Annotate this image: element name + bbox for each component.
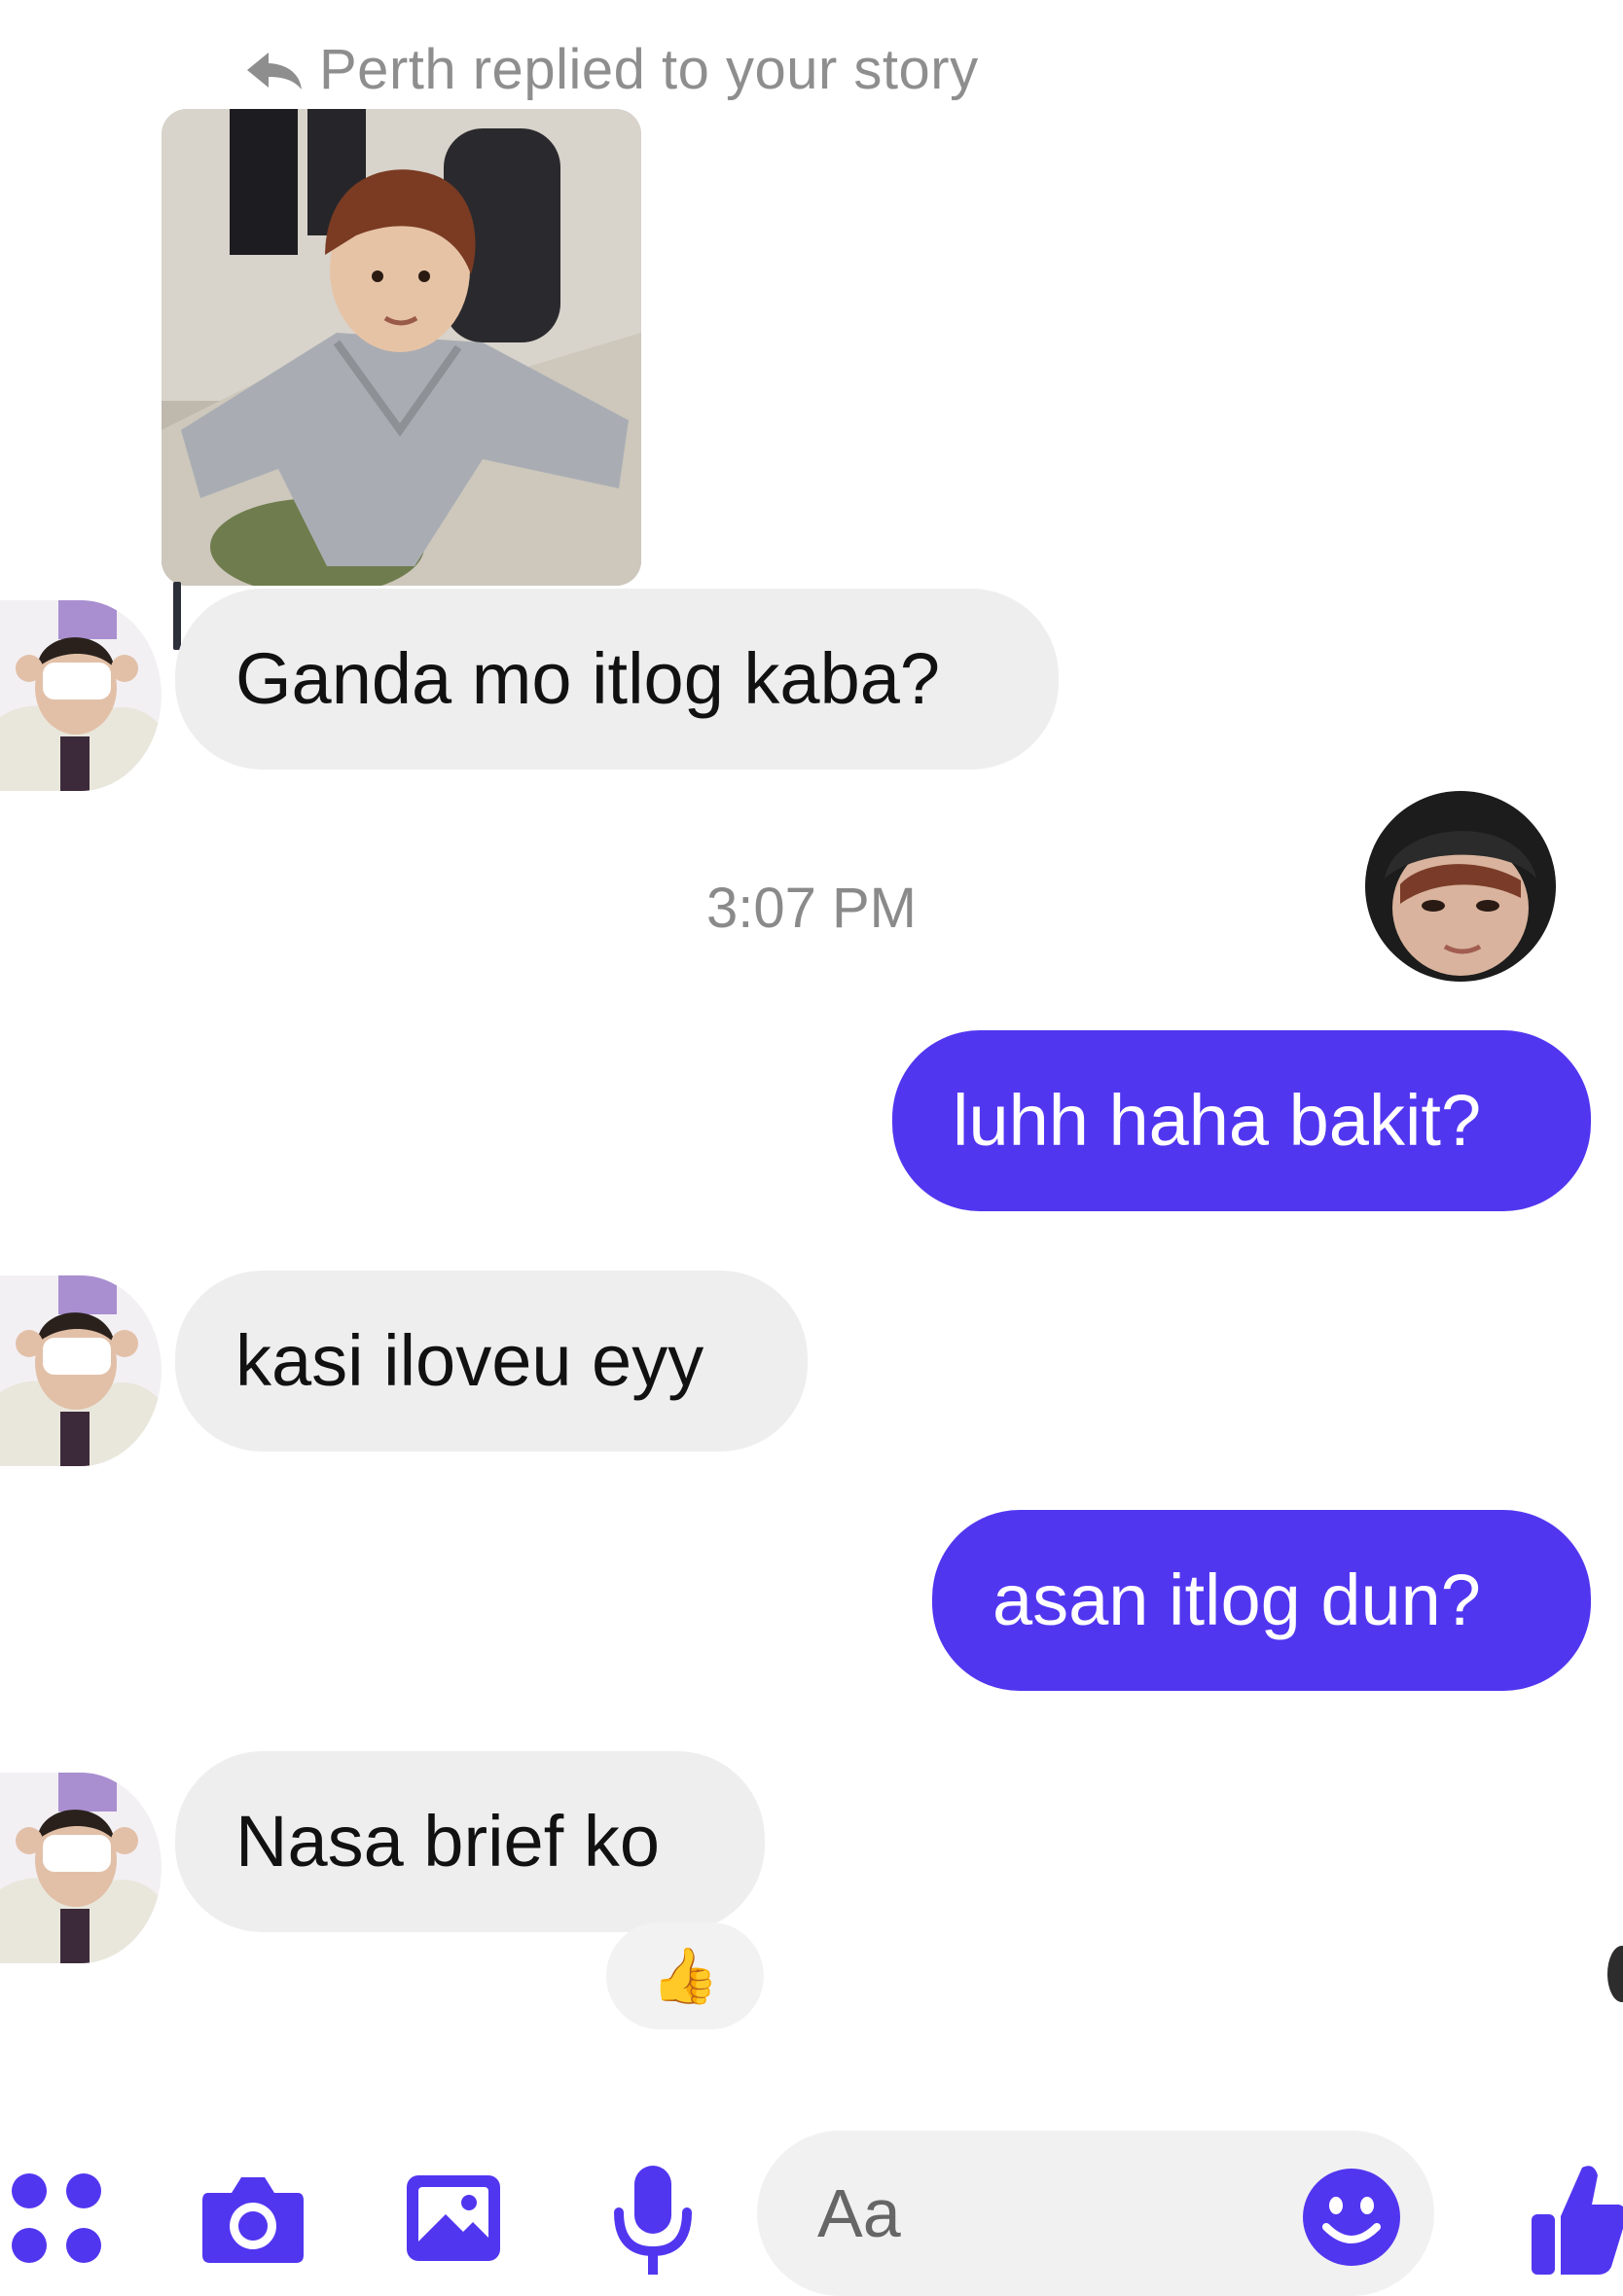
avatar-image (0, 1773, 162, 1963)
sender-avatar[interactable] (0, 1773, 162, 1963)
message-text: asan itlog dun? (992, 1560, 1481, 1640)
message-input[interactable] (815, 2173, 1277, 2253)
message-text: Ganda mo itlog kaba? (235, 638, 941, 719)
avatar-image (0, 600, 162, 791)
message-bubble-incoming[interactable]: Nasa brief ko (175, 1751, 765, 1932)
message-bubble-outgoing[interactable]: asan itlog dun? (932, 1510, 1591, 1691)
message-reaction[interactable]: 👍 (606, 1922, 764, 2029)
message-text: Nasa brief ko (235, 1801, 660, 1882)
message-bubble-outgoing[interactable]: luhh haha bakit? (892, 1030, 1591, 1211)
thumbs-up-icon[interactable] (1530, 2158, 1623, 2278)
message-text: luhh haha bakit? (953, 1080, 1482, 1161)
emoji-icon[interactable] (1301, 2167, 1402, 2268)
story-reply-header: Perth replied to your story (243, 37, 979, 102)
avatar-image (1365, 791, 1556, 982)
camera-icon[interactable] (198, 2170, 307, 2267)
my-avatar[interactable] (1365, 791, 1556, 982)
story-photo (162, 109, 641, 586)
story-divider (173, 582, 181, 650)
seen-indicator-partial (1607, 1946, 1623, 2002)
story-thumbnail[interactable] (162, 109, 641, 586)
sender-avatar[interactable] (0, 1275, 162, 1466)
reply-header-text: Perth replied to your story (319, 38, 979, 101)
reply-arrow-icon (247, 52, 302, 90)
avatar-image (0, 1275, 162, 1466)
microphone-icon[interactable] (611, 2162, 695, 2278)
sender-avatar[interactable] (0, 600, 162, 791)
apps-icon[interactable] (10, 2171, 103, 2265)
gallery-icon[interactable] (403, 2171, 504, 2265)
message-text: kasi iloveu eyy (235, 1320, 704, 1401)
message-bubble-incoming[interactable]: Ganda mo itlog kaba? (175, 589, 1059, 770)
message-bubble-incoming[interactable]: kasi iloveu eyy (175, 1271, 808, 1452)
thumbs-up-reaction-icon: 👍 (651, 1945, 719, 2006)
